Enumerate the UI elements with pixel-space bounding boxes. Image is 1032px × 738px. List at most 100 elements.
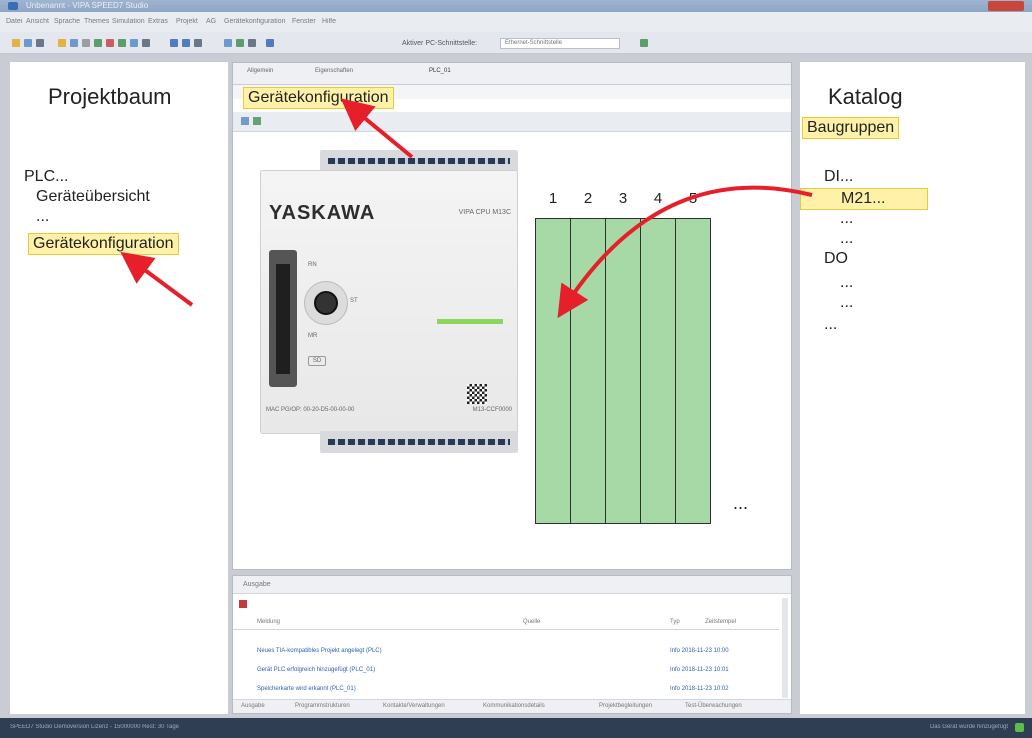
slot-2[interactable]: [570, 218, 606, 524]
menu-item[interactable]: Gerätekonfiguration: [224, 18, 285, 25]
column-message[interactable]: Meldung: [257, 619, 280, 625]
part-number: M13-CCF0000: [472, 407, 512, 413]
interface-label: Aktiver PC-Schnittstelle:: [402, 40, 478, 47]
output-scrollbar[interactable]: [782, 598, 788, 698]
output-row[interactable]: Neues TIA-kompatibles Projekt angelegt (…: [257, 648, 382, 654]
interface-select[interactable]: Ethernet-Schnittstelle: [500, 38, 620, 49]
tab-general[interactable]: Allgemein: [247, 68, 273, 74]
download-icon[interactable]: [130, 39, 138, 47]
cut-icon[interactable]: [58, 39, 66, 47]
tab-output[interactable]: Ausgabe: [241, 703, 265, 709]
redo-icon[interactable]: [106, 39, 114, 47]
menu-item[interactable]: Simulation: [112, 18, 145, 25]
menu-item[interactable]: Extras: [148, 18, 168, 25]
rn-label: RN: [308, 262, 317, 268]
catalog-item-di[interactable]: DI...: [824, 168, 853, 186]
tree-item-more[interactable]: ...: [36, 208, 49, 226]
close-icon[interactable]: [988, 1, 1024, 11]
cpu-brand: YASKAWA: [269, 202, 376, 224]
catalog-item-more[interactable]: ...: [840, 274, 853, 292]
menu-item[interactable]: AG: [206, 18, 216, 25]
tab-test-monitoring[interactable]: Test-Überwachungen: [685, 703, 742, 709]
mode-switch: [304, 281, 348, 325]
settings-icon[interactable]: [266, 39, 274, 47]
menu-item[interactable]: Datei: [6, 18, 22, 25]
catalog-item-do[interactable]: DO: [824, 250, 848, 268]
top-connector: [320, 150, 518, 172]
slot-4[interactable]: [640, 218, 676, 524]
tree-item-plc[interactable]: PLC...: [24, 168, 68, 186]
start-icon[interactable]: [224, 39, 232, 47]
qr-code: [467, 384, 487, 404]
slot-1[interactable]: [535, 218, 571, 524]
menu-item[interactable]: Sprache: [54, 18, 80, 25]
view-icon[interactable]: [253, 117, 261, 125]
cpu-module[interactable]: YASKAWA VIPA CPU M13C RN ST MR SD MAC PG…: [260, 150, 518, 453]
menu-bar: Datei Ansicht Sprache Themes Simulation …: [0, 12, 1032, 32]
menu-item[interactable]: Hilfe: [322, 18, 336, 25]
tree-item-device-config[interactable]: Gerätekonfiguration: [28, 233, 179, 255]
slot-number: 5: [688, 190, 698, 207]
menu-item[interactable]: Ansicht: [26, 18, 49, 25]
cpu-model: VIPA CPU M13C: [458, 209, 511, 216]
catalog-item-more[interactable]: ...: [840, 230, 853, 248]
tab-properties[interactable]: Eigenschaften: [315, 68, 353, 74]
tab-project-support[interactable]: Projektbegleitungen: [599, 703, 652, 709]
output-row-meta: Info 2018-11-23 10:02: [670, 686, 729, 692]
output-row[interactable]: Gerät PLC erfolgreich hinzugefügt (PLC_0…: [257, 667, 375, 673]
project-tree-title: Projektbaum: [48, 84, 172, 109]
stop-icon[interactable]: [248, 39, 256, 47]
output-row[interactable]: Speicherkarte wird erkannt (PLC_01): [257, 686, 356, 692]
status-bar: SPEED7 Studio Demoversion Lizenz - 15000…: [0, 718, 1032, 738]
catalog-item-more[interactable]: ...: [840, 210, 853, 228]
tab-communication[interactable]: Kommunikationsdetails: [483, 703, 545, 709]
new-icon[interactable]: [12, 39, 20, 47]
title-bar: Unbenannt - VIPA SPEED7 Studio: [0, 0, 1032, 12]
ok-icon: [1015, 723, 1024, 732]
connect-icon[interactable]: [640, 39, 648, 47]
clear-icon[interactable]: [239, 600, 247, 608]
menu-item[interactable]: Themes: [84, 18, 109, 25]
catalog-item-more[interactable]: ...: [840, 294, 853, 312]
status-right: Das Gerät wurde hinzugefügt: [929, 724, 1008, 730]
run-icon[interactable]: [236, 39, 244, 47]
compile-icon[interactable]: [118, 39, 126, 47]
column-source[interactable]: Quelle: [523, 619, 540, 625]
zoom-icon[interactable]: [241, 117, 249, 125]
catalog-category-modules[interactable]: Baugruppen: [802, 117, 900, 139]
device-config-panel: Allgemein Eigenschaften PLC_01 Gerätekon…: [232, 62, 792, 570]
save-icon[interactable]: [36, 39, 44, 47]
column-type[interactable]: Typ: [670, 619, 680, 625]
output-header: Ausgabe: [233, 576, 791, 594]
status-left: SPEED7 Studio Demoversion Lizenz - 15000…: [10, 724, 179, 730]
tree-item-device-overview[interactable]: Geräteübersicht: [36, 188, 150, 206]
slot-number: 1: [548, 190, 558, 207]
output-title: Ausgabe: [243, 581, 271, 588]
copy-icon[interactable]: [70, 39, 78, 47]
menu-item[interactable]: Projekt: [176, 18, 198, 25]
monitor-icon[interactable]: [194, 39, 202, 47]
column-timestamp[interactable]: Zeitstempel: [705, 619, 736, 625]
slot-3[interactable]: [605, 218, 641, 524]
editor-tabs: Allgemein Eigenschaften PLC_01: [233, 63, 791, 85]
menu-item[interactable]: Fenster: [292, 18, 316, 25]
catalog-item-more[interactable]: ...: [824, 316, 837, 334]
online-icon[interactable]: [170, 39, 178, 47]
tab-contacts[interactable]: Kontakte/Verwaltungen: [383, 703, 445, 709]
slot-number: 3: [618, 190, 628, 207]
tab-program-structures[interactable]: Programmstrukturen: [295, 703, 350, 709]
slot-5[interactable]: [675, 218, 711, 524]
catalog-item-m21[interactable]: M21...: [800, 188, 928, 210]
offline-icon[interactable]: [182, 39, 190, 47]
catalog-panel: Katalog Baugruppen DI... M21... ... ... …: [800, 62, 1025, 714]
open-icon[interactable]: [24, 39, 32, 47]
bottom-connector: [320, 431, 518, 453]
project-tree-panel: Projektbaum PLC... Geräteübersicht ... G…: [10, 62, 228, 714]
paste-icon[interactable]: [82, 39, 90, 47]
upload-icon[interactable]: [142, 39, 150, 47]
undo-icon[interactable]: [94, 39, 102, 47]
mr-label: MR: [308, 333, 318, 339]
status-led: [437, 319, 503, 324]
app-icon: [8, 2, 18, 10]
tab-plc[interactable]: PLC_01: [429, 68, 451, 74]
